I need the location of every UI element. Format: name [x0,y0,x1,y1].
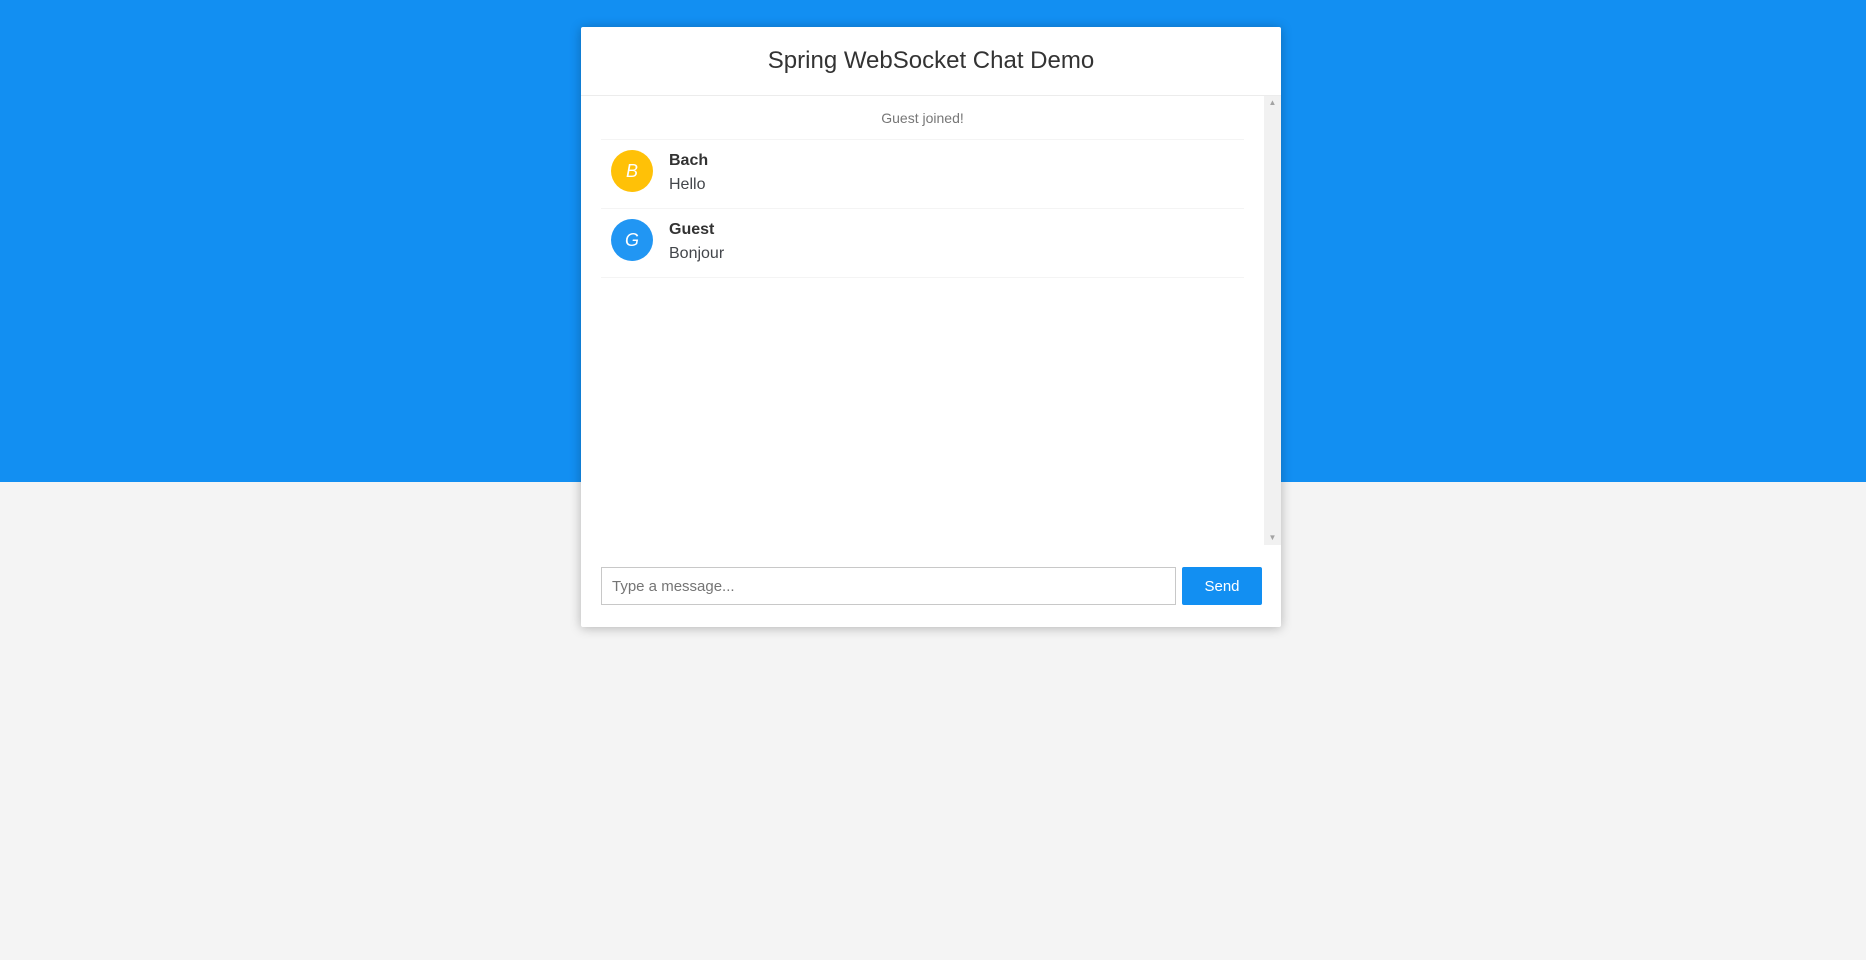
chat-message: B Bach Hello [601,140,1244,209]
page-title: Spring WebSocket Chat Demo [767,47,1095,74]
send-button[interactable]: Send [1182,567,1262,605]
message-list: Guest joined! B Bach Hello G Guest Bonjo… [581,96,1264,278]
message-area[interactable]: Guest joined! B Bach Hello G Guest Bonjo… [581,96,1281,545]
message-content: Hello [669,176,706,193]
message-form: Send [601,567,1262,605]
event-message: Guest joined! [601,96,1244,140]
chat-header: Spring WebSocket Chat Demo [581,27,1281,96]
avatar: G [611,219,653,261]
message-sender: Bach [669,152,709,169]
chat-page: Spring WebSocket Chat Demo Guest joined!… [581,27,1281,627]
scrollbar[interactable]: ▲ ▼ [1264,96,1281,545]
message-sender: Guest [669,221,715,238]
message-content: Bonjour [669,245,725,262]
chat-message: G Guest Bonjour [601,209,1244,278]
avatar: B [611,150,653,192]
scroll-down-arrow-icon[interactable]: ▼ [1264,531,1281,545]
message-input[interactable] [601,567,1176,605]
scroll-up-arrow-icon[interactable]: ▲ [1264,96,1281,110]
